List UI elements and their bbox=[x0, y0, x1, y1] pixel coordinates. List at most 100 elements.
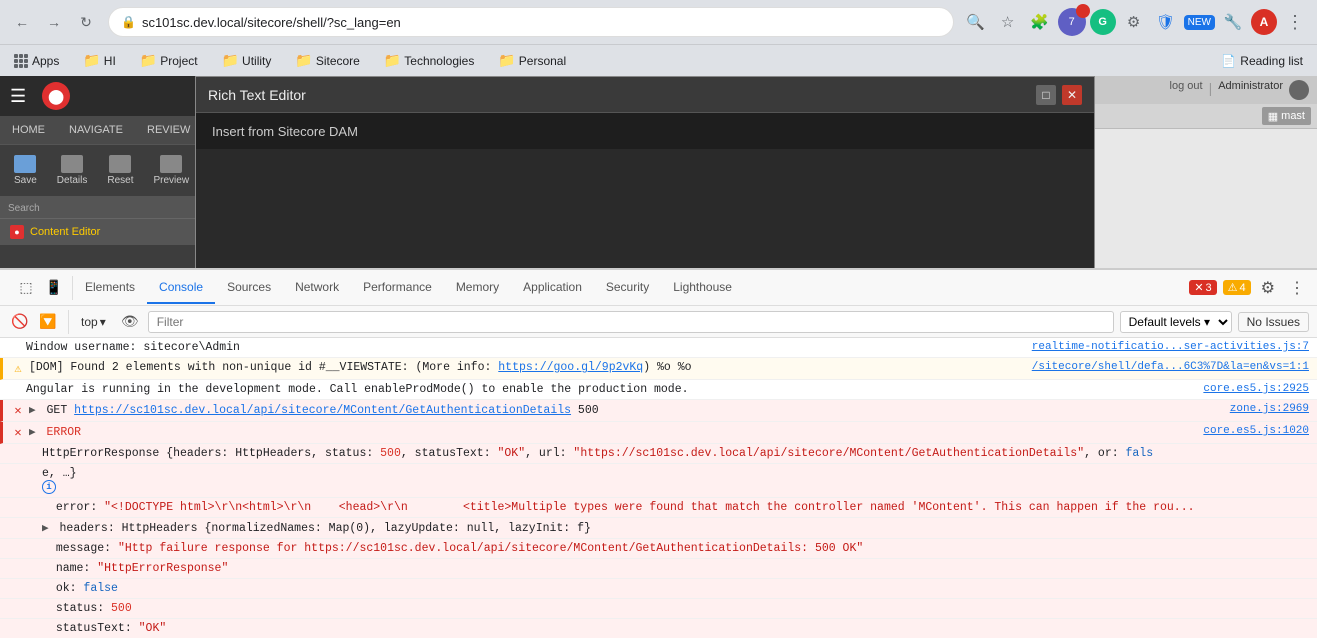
tab-network[interactable]: Network bbox=[283, 272, 351, 304]
hamburger-icon[interactable]: ☰ bbox=[10, 86, 26, 107]
bookmark-utility-label: Utility bbox=[242, 54, 271, 68]
bookmark-technologies-label: Technologies bbox=[404, 54, 474, 68]
console-line-content: Window username: sitecore\Admin bbox=[26, 341, 1024, 354]
modal-header: Rich Text Editor □ ✕ bbox=[196, 77, 1094, 113]
header-controls: log out | Administrator bbox=[1170, 80, 1309, 100]
error-count-badge: ✕ 3 bbox=[1189, 280, 1216, 295]
profile-avatar[interactable]: A bbox=[1251, 9, 1277, 35]
console-level-select[interactable]: Default levels ▾ bbox=[1120, 311, 1232, 333]
extension-puzzle-button[interactable]: 🧩 bbox=[1026, 8, 1054, 36]
save-tool-button[interactable]: Save bbox=[8, 151, 43, 190]
shield-button[interactable]: 🛡 bbox=[1152, 8, 1180, 36]
top-level-selector[interactable]: top ▾ bbox=[75, 313, 112, 331]
tab-application[interactable]: Application bbox=[511, 272, 594, 304]
error-icon: ✕ bbox=[1194, 281, 1203, 294]
address-bar[interactable]: 🔒 sc101sc.dev.local/sitecore/shell/?sc_l… bbox=[108, 7, 954, 37]
inspect-element-button[interactable]: ⬚ bbox=[14, 276, 38, 300]
forward-button[interactable]: → bbox=[40, 8, 68, 36]
error-line-icon: ✕ bbox=[11, 403, 25, 418]
console-line-content-ok: ok: false bbox=[42, 582, 1309, 595]
insert-from-dam-button[interactable]: Insert from Sitecore DAM bbox=[212, 124, 358, 139]
nav-navigate[interactable]: NAVIGATE bbox=[57, 116, 135, 144]
tab-memory[interactable]: Memory bbox=[444, 272, 511, 304]
clear-console-button[interactable]: 🚫 bbox=[8, 310, 32, 334]
filter-toggle-button[interactable]: 🔽 bbox=[36, 310, 60, 334]
bookmark-project[interactable]: 📁 Project bbox=[134, 49, 204, 72]
master-text: mast bbox=[1281, 110, 1305, 122]
details-tool-button[interactable]: Details bbox=[51, 151, 94, 190]
console-line-source[interactable]: realtime-notificatio...ser-activities.js… bbox=[1032, 341, 1309, 353]
toolbar-icons: 🔍 ☆ 🧩 7 G ⚙ 🛡 NEW 🔧 A ⋮ bbox=[962, 8, 1309, 36]
tab-sources[interactable]: Sources bbox=[215, 272, 283, 304]
rich-text-editor-modal[interactable]: Rich Text Editor □ ✕ Insert from Sitecor… bbox=[195, 76, 1095, 270]
no-issues-button[interactable]: No Issues bbox=[1238, 312, 1309, 332]
tab-lighthouse[interactable]: Lighthouse bbox=[661, 272, 744, 304]
console-line-source-warn[interactable]: /sitecore/shell/defa...6C3%7D&la=en&vs=1… bbox=[1032, 361, 1309, 373]
content-editor-label: Content Editor bbox=[30, 226, 100, 238]
warn-line-icon: ⚠ bbox=[11, 361, 25, 376]
console-line-content-http: HttpErrorResponse {headers: HttpHeaders,… bbox=[42, 447, 1309, 460]
back-button[interactable]: ← bbox=[8, 8, 36, 36]
folder-icon: 📁 bbox=[384, 52, 401, 69]
modal-minimize-button[interactable]: □ bbox=[1036, 85, 1056, 105]
devtools-settings-button[interactable]: ⚙ bbox=[1257, 274, 1279, 302]
bookmark-hi[interactable]: 📁 HI bbox=[77, 49, 121, 72]
new-badge-button[interactable]: NEW bbox=[1184, 15, 1215, 30]
bookmark-project-label: Project bbox=[160, 54, 197, 68]
sitecore-search: Search bbox=[0, 196, 210, 218]
devtools-left-icons: ⬚ 📱 bbox=[8, 276, 73, 300]
badge-notification bbox=[1076, 4, 1090, 18]
extensions-button[interactable]: 🔧 bbox=[1219, 8, 1247, 36]
error-line-icon2: ✕ bbox=[11, 425, 25, 440]
reading-list-button[interactable]: 📄 Reading list bbox=[1215, 51, 1309, 71]
tab-elements[interactable]: Elements bbox=[73, 272, 147, 304]
eye-icon-button[interactable]: 👁 bbox=[118, 310, 142, 334]
apps-button[interactable]: Apps bbox=[8, 51, 65, 71]
details-label: Details bbox=[57, 175, 88, 186]
grammarly-button[interactable]: G bbox=[1090, 9, 1116, 35]
folder-icon: 📁 bbox=[83, 52, 100, 69]
error-count: 3 bbox=[1206, 282, 1212, 294]
console-line: Window username: sitecore\Admin realtime… bbox=[0, 338, 1317, 358]
console-line-source-error-label[interactable]: core.es5.js:1020 bbox=[1203, 425, 1309, 437]
settings-button[interactable]: ⚙ bbox=[1120, 8, 1148, 36]
tab-security[interactable]: Security bbox=[594, 272, 661, 304]
console-line-source-get[interactable]: zone.js:2969 bbox=[1230, 403, 1309, 415]
nav-home[interactable]: HOME bbox=[0, 116, 57, 144]
apps-grid-icon bbox=[14, 54, 28, 68]
console-line-warning: ⚠ [DOM] Found 2 elements with non-unique… bbox=[0, 358, 1317, 380]
extension-7-badge[interactable]: 7 bbox=[1058, 8, 1086, 36]
grid-icon: ▦ bbox=[1268, 110, 1278, 123]
console-line-content-status-text: statusText: "OK" bbox=[42, 622, 1309, 635]
security-lock-icon: 🔒 bbox=[121, 15, 136, 29]
apps-label: Apps bbox=[32, 54, 59, 68]
bookmark-personal-label: Personal bbox=[519, 54, 566, 68]
console-filter-input[interactable] bbox=[148, 311, 1114, 333]
modal-close-button[interactable]: ✕ bbox=[1062, 85, 1082, 105]
menu-button[interactable]: ⋮ bbox=[1281, 8, 1309, 36]
preview-tool-button[interactable]: Preview bbox=[148, 151, 196, 190]
console-line-content-warn: [DOM] Found 2 elements with non-unique i… bbox=[29, 361, 1024, 374]
bookmark-sitecore[interactable]: 📁 Sitecore bbox=[289, 49, 365, 72]
console-line-source-angular[interactable]: core.es5.js:2925 bbox=[1203, 383, 1309, 395]
bookmark-personal[interactable]: 📁 Personal bbox=[492, 49, 572, 72]
device-toolbar-button[interactable]: 📱 bbox=[42, 276, 66, 300]
sitecore-logo: ⬤ bbox=[42, 82, 70, 110]
console-output: Window username: sitecore\Admin realtime… bbox=[0, 338, 1317, 638]
tab-performance[interactable]: Performance bbox=[351, 272, 444, 304]
bookmarks-bar: Apps 📁 HI 📁 Project 📁 Utility 📁 Sitecore… bbox=[0, 44, 1317, 76]
modal-content-area[interactable] bbox=[196, 149, 1094, 269]
reload-button[interactable]: ↻ bbox=[72, 8, 100, 36]
bookmark-utility[interactable]: 📁 Utility bbox=[216, 49, 278, 72]
reset-tool-button[interactable]: Reset bbox=[101, 151, 139, 190]
devtools-more-button[interactable]: ⋮ bbox=[1285, 274, 1309, 302]
nav-review[interactable]: REVIEW bbox=[135, 116, 202, 144]
search-button[interactable]: 🔍 bbox=[962, 8, 990, 36]
console-toolbar: 🚫 🔽 top ▾ 👁 Default levels ▾ No Issues bbox=[0, 306, 1317, 338]
content-editor-tab[interactable]: ● Content Editor bbox=[0, 218, 210, 245]
bookmark-technologies[interactable]: 📁 Technologies bbox=[378, 49, 481, 72]
bookmark-button[interactable]: ☆ bbox=[994, 8, 1022, 36]
browser-chrome: ← → ↻ 🔒 sc101sc.dev.local/sitecore/shell… bbox=[0, 0, 1317, 76]
logout-link[interactable]: log out bbox=[1170, 80, 1203, 100]
tab-console[interactable]: Console bbox=[147, 272, 215, 304]
